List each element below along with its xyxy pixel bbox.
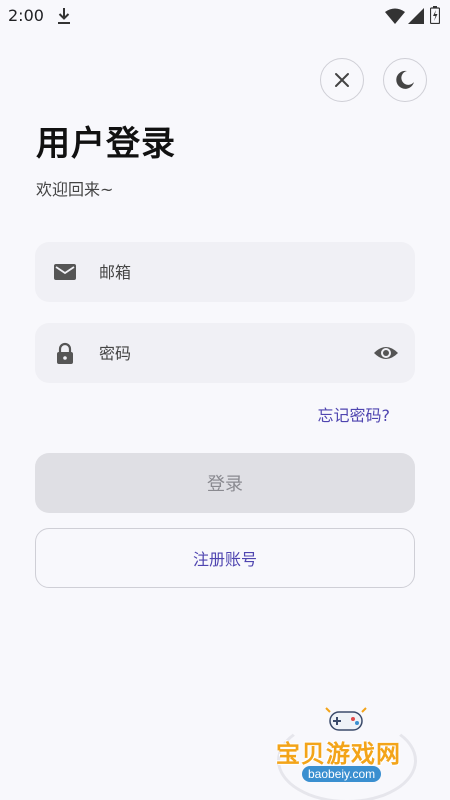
signal-icon xyxy=(408,8,424,24)
watermark-name: 宝贝游戏网 xyxy=(276,740,401,768)
moon-icon xyxy=(396,70,414,89)
email-input[interactable] xyxy=(99,252,369,292)
email-field-container[interactable] xyxy=(35,242,415,302)
wifi-icon xyxy=(385,8,405,24)
status-time: 2:00 xyxy=(8,6,44,25)
download-icon xyxy=(58,8,70,24)
status-bar: 2:00 xyxy=(0,0,450,32)
watermark-url: baobeiy.com xyxy=(302,766,382,782)
register-button[interactable]: 注册账号 xyxy=(35,528,415,588)
login-button[interactable]: 登录 xyxy=(35,453,415,513)
forgot-password-link[interactable]: 忘记密码? xyxy=(318,402,391,426)
mail-icon xyxy=(54,264,76,280)
theme-toggle-button[interactable] xyxy=(383,58,427,102)
battery-icon xyxy=(430,6,440,24)
close-button[interactable] xyxy=(320,58,364,102)
password-input[interactable] xyxy=(99,333,369,373)
eye-icon[interactable] xyxy=(373,340,399,366)
login-screen: 2:00 用户登录 欢迎回来~ 邮箱 忘记密码? 登录 注册账号 宝贝游戏网 b… xyxy=(0,0,450,800)
close-icon xyxy=(335,73,349,87)
lock-icon xyxy=(57,342,73,364)
password-field-container[interactable] xyxy=(35,323,415,383)
gamepad-icon xyxy=(325,707,367,731)
page-title: 用户登录 xyxy=(36,124,176,164)
watermark-logo: 宝贝游戏网 baobeiy.com xyxy=(272,700,422,800)
page-subtitle: 欢迎回来~ xyxy=(36,180,114,199)
